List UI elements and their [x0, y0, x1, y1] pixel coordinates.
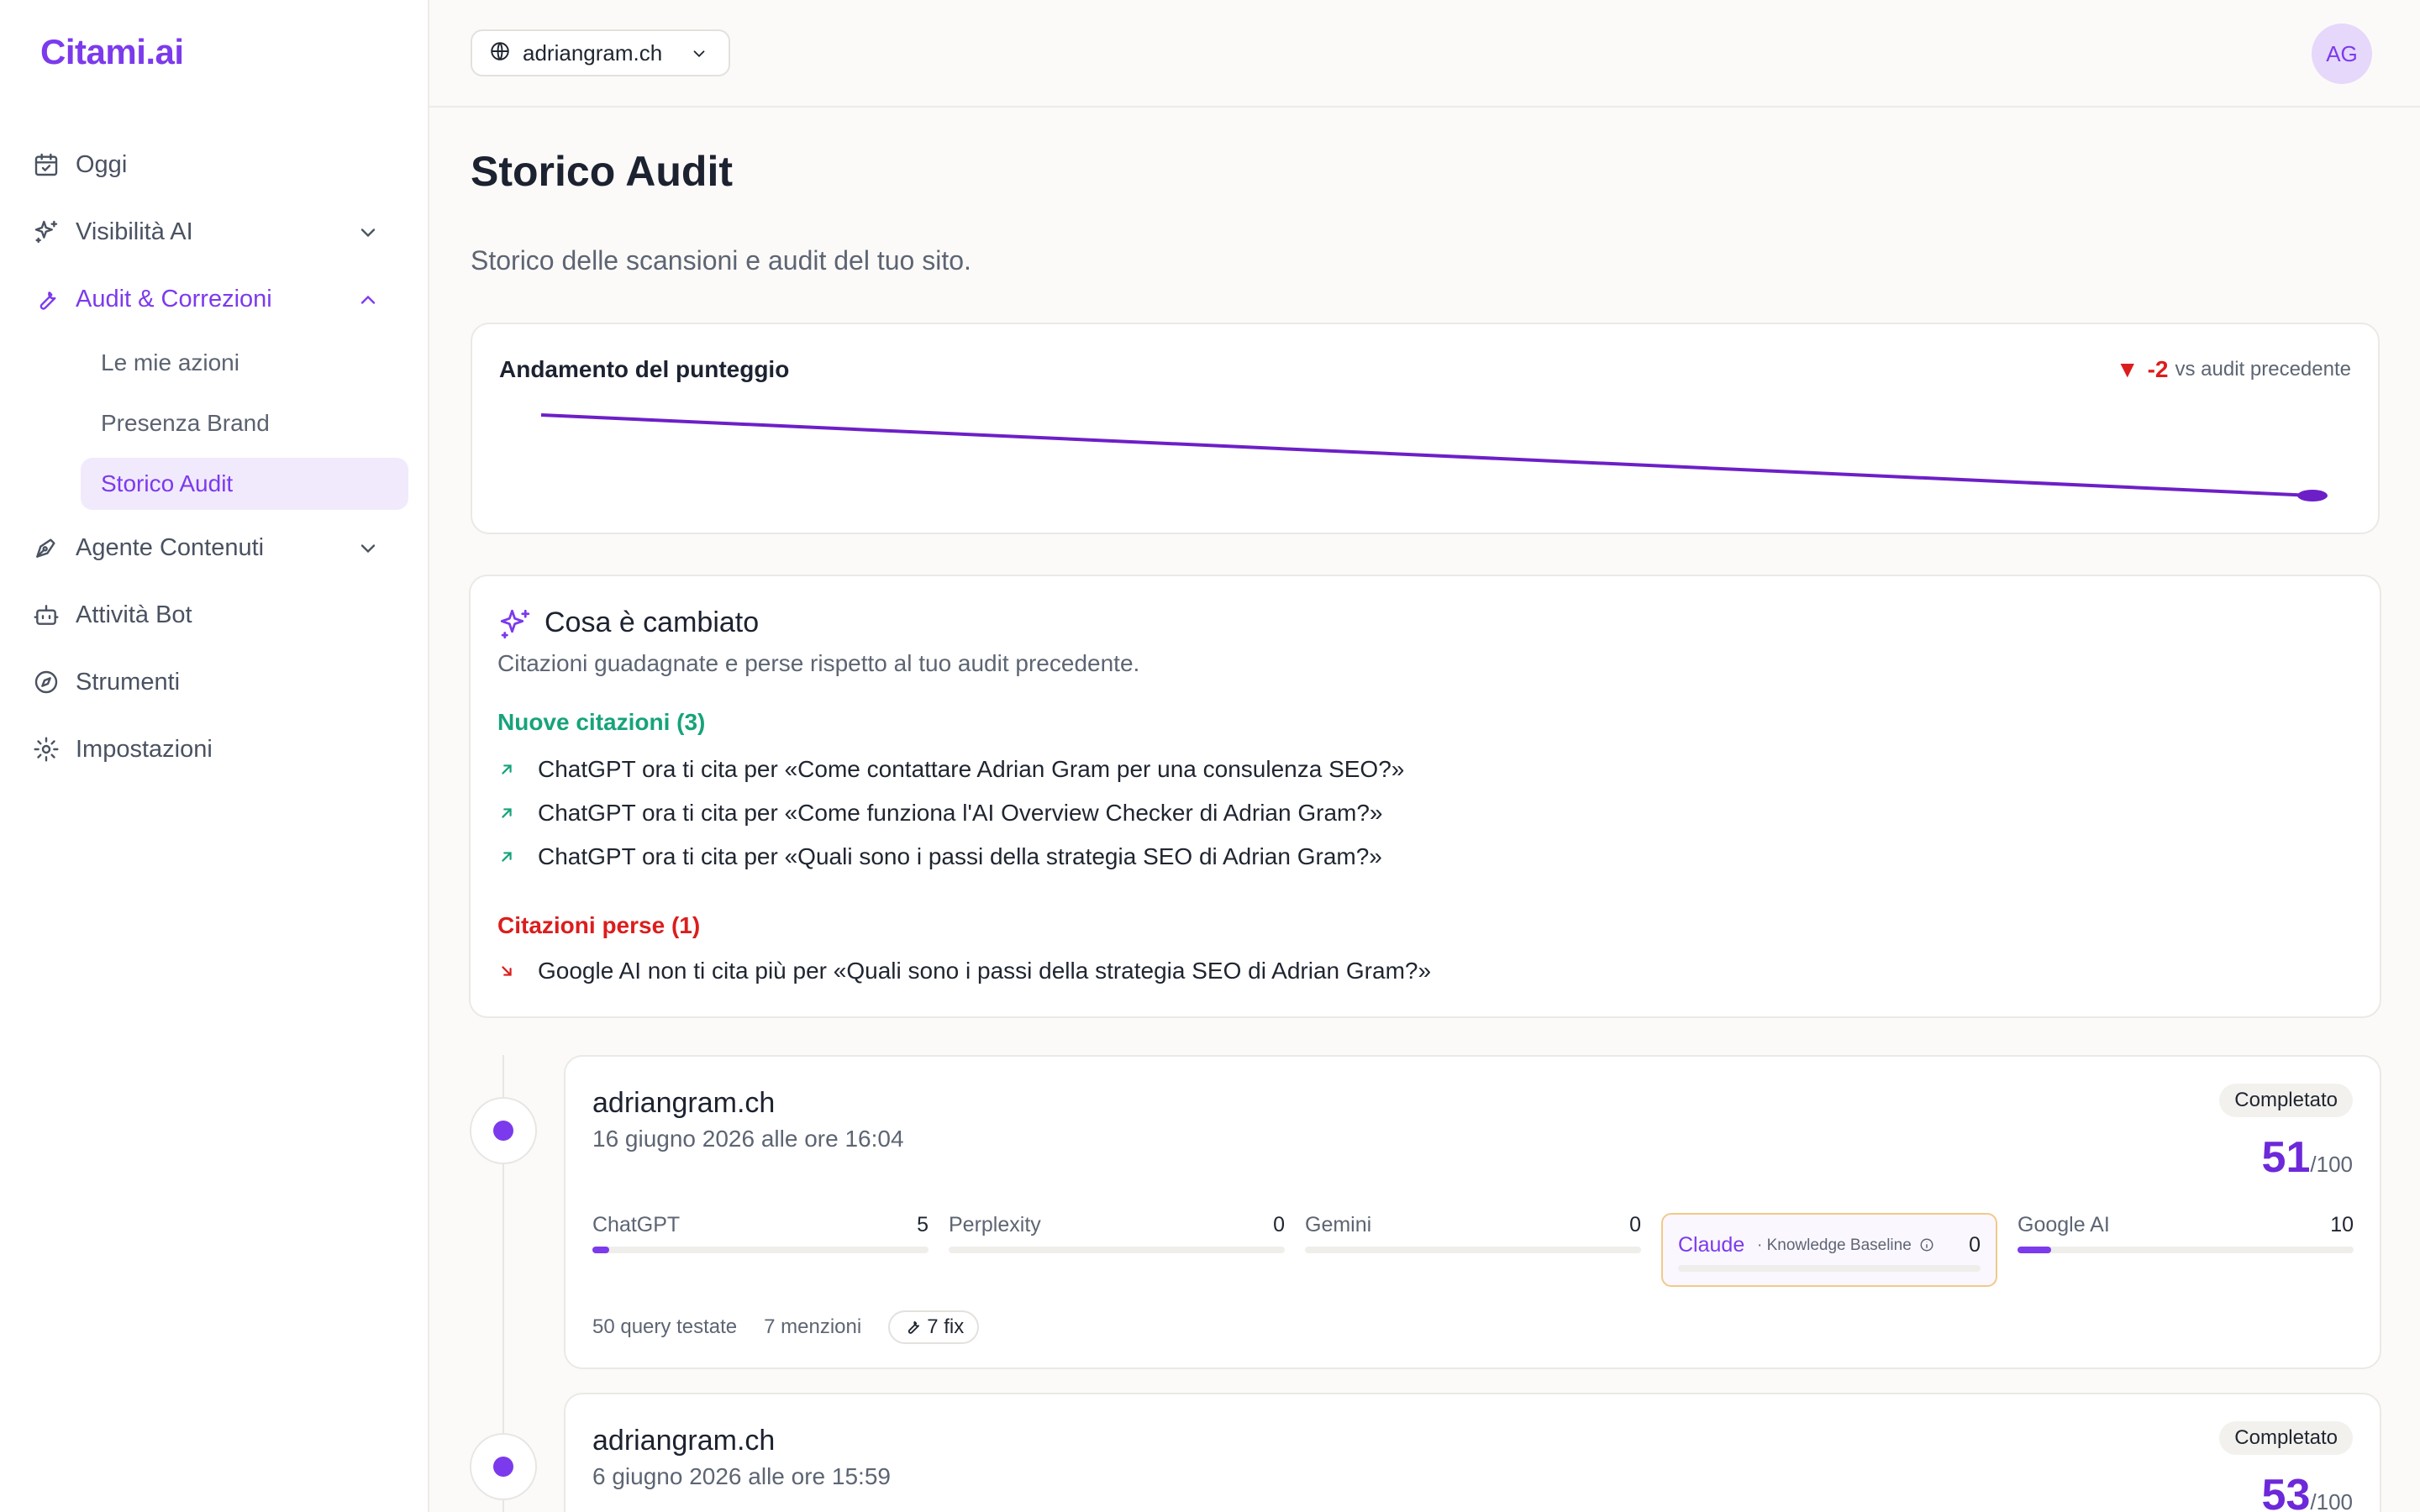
engine-bar: [949, 1247, 1285, 1253]
new-citations-title: Nuove citazioni (3): [497, 709, 706, 735]
sparkles-icon: [17, 218, 76, 245]
engine-value: 0: [1629, 1213, 1641, 1236]
score-trend-card: Andamento del punteggio ▼ -2 vs audit pr…: [471, 323, 2380, 534]
score-value: 51: [2261, 1133, 2311, 1182]
wrench-icon: [17, 286, 76, 312]
audit-date: 16 giugno 2026 alle ore 16:04: [592, 1126, 904, 1152]
score-point: [2297, 490, 2328, 501]
sidebar-item-label: Strumenti: [76, 668, 181, 696]
score-trend-line: [540, 413, 2313, 497]
lost-citation-item: Google AI non ti cita più per «Quali son…: [497, 958, 1431, 984]
audit-card[interactable]: adriangram.ch 6 giugno 2026 alle ore 15:…: [564, 1393, 2381, 1512]
engine-value: 0: [1273, 1213, 1285, 1236]
app-logo[interactable]: Citami.ai: [40, 32, 184, 72]
engine-value: 5: [917, 1213, 929, 1236]
bot-icon: [17, 601, 76, 628]
domain-selector-label: adriangram.ch: [523, 39, 663, 66]
engine-value: 0: [1969, 1233, 1981, 1257]
engine-name: Gemini: [1305, 1213, 1372, 1236]
audit-score: 51 /100: [2262, 1132, 2353, 1183]
citation-text: ChatGPT ora ti cita per «Come funziona l…: [538, 800, 1383, 826]
fixes-button[interactable]: 7 fix: [888, 1310, 980, 1344]
changes-subtitle: Citazioni guadagnate e perse rispetto al…: [497, 650, 1140, 676]
audit-domain: adriangram.ch: [592, 1425, 776, 1457]
sidebar-item-label: Oggi: [76, 150, 128, 178]
chevron-down-icon: [690, 45, 708, 67]
timeline-dot: [470, 1433, 537, 1500]
sidebar-item-strumenti[interactable]: Strumenti: [24, 656, 403, 708]
sidebar-item-impostazioni[interactable]: Impostazioni: [24, 723, 403, 775]
sidebar-item-label: Agente Contenuti: [76, 533, 265, 561]
score-trend-chart: [540, 413, 2328, 501]
globe-icon: [489, 40, 511, 66]
audit-meta: 50 query testate 7 menzioni 7 fix: [592, 1310, 980, 1344]
engine-name: Google AI: [2018, 1213, 2110, 1236]
score-max: /100: [2310, 1152, 2353, 1177]
engine-bar: [1305, 1247, 1641, 1253]
arrow-up-right-icon: [497, 760, 538, 779]
engine-name: Perplexity: [949, 1213, 1041, 1236]
avatar[interactable]: AG: [2312, 24, 2372, 84]
topbar: adriangram.ch AG: [429, 0, 2420, 108]
fixes-label: 7 fix: [927, 1315, 965, 1338]
arrow-down-right-icon: [497, 962, 538, 980]
engine-value: 10: [2330, 1213, 2354, 1236]
sidebar-item-label: Impostazioni: [76, 735, 213, 763]
engine-name: ChatGPT: [592, 1213, 681, 1236]
arrow-up-right-icon: [497, 804, 538, 822]
timeline-dot: [470, 1097, 537, 1164]
gear-icon: [17, 736, 76, 763]
pen-icon: [17, 534, 76, 561]
sidebar-subitem-presenza-brand[interactable]: Presenza Brand: [81, 397, 408, 449]
wrench-icon: [903, 1315, 927, 1339]
calendar-icon: [17, 151, 76, 178]
changes-title: Cosa è cambiato: [544, 606, 760, 638]
page-subtitle: Storico delle scansioni e audit del tuo …: [471, 245, 971, 276]
status-badge: Completato: [2219, 1084, 2353, 1117]
info-icon[interactable]: [1916, 1236, 1934, 1254]
page-title: Storico Audit: [471, 148, 734, 195]
audit-score: 53 /100: [2262, 1470, 2353, 1512]
engine-claude[interactable]: Claude · Knowledge Baseline 0: [1661, 1213, 1997, 1287]
sidebar-subitem-le-mie-azioni[interactable]: Le mie azioni: [81, 337, 408, 389]
domain-selector[interactable]: adriangram.ch: [471, 29, 730, 76]
audit-card[interactable]: adriangram.ch 16 giugno 2026 alle ore 16…: [564, 1055, 2381, 1369]
sidebar-item-audit-correzioni[interactable]: Audit & Correzioni: [24, 273, 403, 325]
sidebar-subitem-storico-audit[interactable]: Storico Audit: [81, 458, 408, 510]
arrow-up-right-icon: [497, 848, 538, 866]
queries-count: 50 query testate: [592, 1315, 738, 1338]
engine-bar: [2018, 1247, 2354, 1253]
new-citation-item: ChatGPT ora ti cita per «Come funziona l…: [497, 800, 1382, 827]
sidebar-item-oggi[interactable]: Oggi: [24, 139, 403, 191]
knowledge-baseline-label: · Knowledge Baseline: [1757, 1236, 1934, 1255]
citation-text: ChatGPT ora ti cita per «Quali sono i pa…: [538, 843, 1382, 869]
citation-text: Google AI non ti cita più per «Quali son…: [538, 958, 1432, 984]
sidebar-item-agente-contenuti[interactable]: Agente Contenuti: [24, 522, 403, 574]
score-value: 53: [2261, 1471, 2311, 1512]
sidebar-item-visibilita-ai[interactable]: Visibilità AI: [24, 206, 403, 258]
engine-name: Claude: [1678, 1233, 1745, 1257]
new-citation-item: ChatGPT ora ti cita per «Quali sono i pa…: [497, 843, 1382, 870]
sidebar-item-label: Audit & Correzioni: [76, 285, 272, 312]
sidebar: Citami.ai Oggi Visibilità AI Audit & Cor…: [0, 0, 429, 1512]
audit-date: 6 giugno 2026 alle ore 15:59: [592, 1463, 891, 1489]
citation-text: ChatGPT ora ti cita per «Come contattare…: [538, 756, 1405, 782]
status-badge: Completato: [2219, 1421, 2353, 1455]
changes-card: Cosa è cambiato Citazioni guadagnate e p…: [469, 575, 2381, 1018]
sidebar-item-label: Visibilità AI: [76, 218, 193, 245]
mentions-count: 7 menzioni: [764, 1315, 862, 1338]
score-max: /100: [2310, 1489, 2353, 1512]
sparkles-icon: [497, 606, 533, 646]
engine-bar: [1678, 1265, 1981, 1272]
engine-bar: [592, 1247, 929, 1253]
chevron-down-icon: [356, 537, 380, 564]
sidebar-item-attivita-bot[interactable]: Attività Bot: [24, 589, 403, 641]
sidebar-item-label: Attività Bot: [76, 601, 192, 628]
new-citation-item: ChatGPT ora ti cita per «Come contattare…: [497, 756, 1404, 783]
chevron-down-icon: [356, 221, 380, 249]
chevron-up-icon: [356, 288, 380, 316]
audit-domain: adriangram.ch: [592, 1087, 776, 1119]
lost-citations-title: Citazioni perse (1): [497, 912, 701, 938]
compass-icon: [17, 669, 76, 696]
